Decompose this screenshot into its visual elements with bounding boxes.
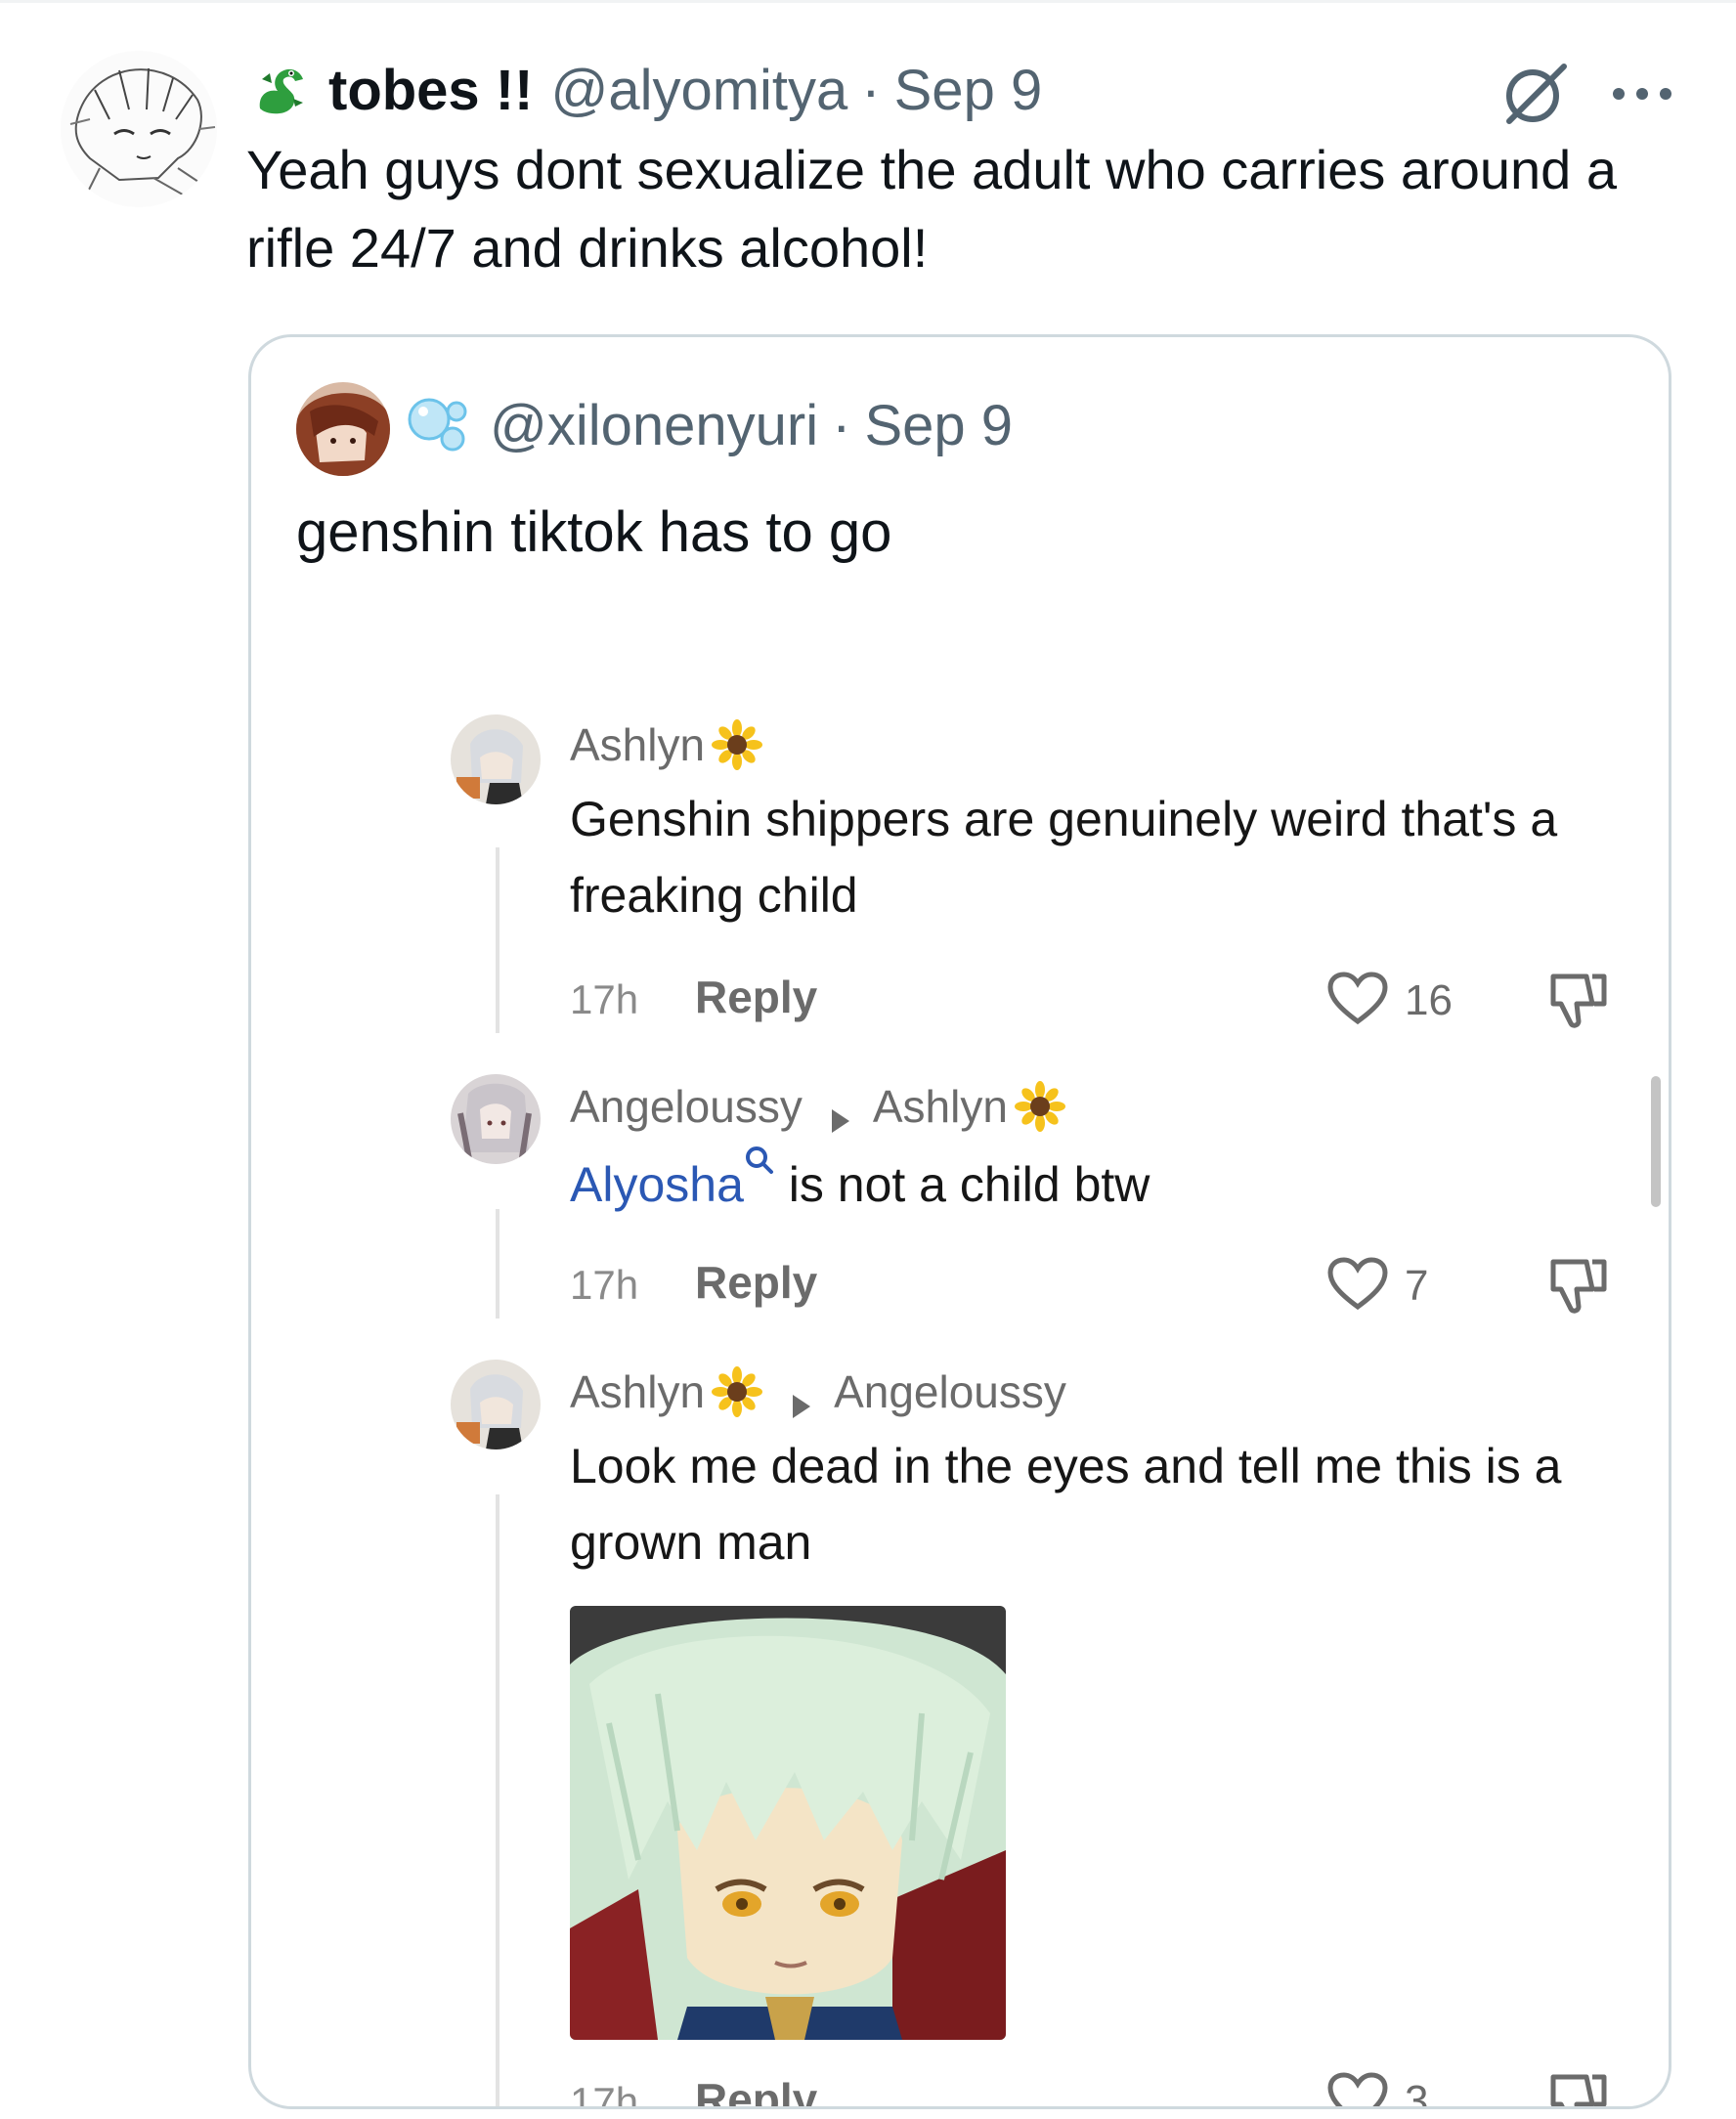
- scrollbar: [1651, 1076, 1661, 1207]
- like-count: 16: [1405, 976, 1453, 1024]
- tweet-text: Yeah guys dont sexualize the adult who c…: [246, 139, 1617, 279]
- tweet-avatar[interactable]: [61, 51, 217, 207]
- author-handle[interactable]: @alyomitya: [550, 58, 847, 123]
- heart-icon[interactable]: [1326, 971, 1389, 1027]
- thread-line: [496, 847, 499, 1033]
- comment-time: 17h: [570, 1262, 639, 1308]
- comment-avatar: [451, 714, 541, 804]
- mention-link[interactable]: Alyosha: [570, 1157, 744, 1212]
- comment-body: Alyosha is not a child btw: [570, 1145, 1626, 1223]
- comment-avatar: [451, 1360, 541, 1449]
- dragon-emoji-icon: [250, 60, 311, 120]
- reply-to-author[interactable]: Angeloussy: [834, 1365, 1066, 1418]
- comment-body: Genshin shippers are genuinely weird tha…: [570, 792, 1558, 923]
- heart-icon[interactable]: [1326, 2071, 1389, 2106]
- comment-author[interactable]: Angeloussy: [570, 1080, 803, 1133]
- like-count: 3: [1405, 2077, 1429, 2109]
- sunflower-emoji-icon: [711, 718, 763, 771]
- dislike-icon[interactable]: [1545, 2069, 1610, 2106]
- reply-to-author[interactable]: Ashlyn: [873, 1080, 1008, 1133]
- search-icon[interactable]: [744, 1145, 775, 1180]
- comment-author-row: Angeloussy Ashlyn: [570, 1074, 1066, 1139]
- more-icon[interactable]: [1603, 65, 1681, 123]
- tweet-date[interactable]: Sep 9: [894, 58, 1043, 123]
- separator-dot: ·: [861, 58, 881, 122]
- tweet-header: tobes !! @alyomitya · Sep 9: [250, 51, 1658, 129]
- quote-header: @xilonenyuri · Sep 9: [490, 384, 1013, 466]
- quote-tweet-card[interactable]: @xilonenyuri · Sep 9 genshin tiktok has …: [248, 334, 1671, 2109]
- like-count: 7: [1405, 1262, 1429, 1310]
- comment-author[interactable]: Ashlyn: [570, 718, 705, 771]
- sunflower-emoji-icon: [711, 1365, 763, 1418]
- top-divider: [0, 0, 1736, 3]
- quote-avatar[interactable]: [296, 382, 390, 476]
- quote-handle[interactable]: @xilonenyuri: [490, 393, 818, 458]
- reply-button[interactable]: Reply: [695, 971, 817, 1023]
- sunflower-emoji-icon: [1014, 1080, 1066, 1133]
- thread-line: [496, 1494, 499, 2106]
- display-name[interactable]: tobes !!: [328, 58, 533, 123]
- separator-dot: ·: [832, 393, 851, 457]
- comment-avatar: [451, 1074, 541, 1164]
- dislike-icon[interactable]: [1545, 1254, 1610, 1317]
- comment-author[interactable]: Ashlyn: [570, 1365, 705, 1418]
- bubbles-emoji-icon: [406, 392, 472, 454]
- reply-button[interactable]: Reply: [695, 2073, 817, 2106]
- comment-body: Look me dead in the eyes and tell me thi…: [570, 1439, 1562, 1570]
- comment-time: 17h: [570, 976, 639, 1022]
- quote-text: genshin tiktok has to go: [296, 500, 892, 564]
- comment-text: is not a child btw: [774, 1157, 1150, 1212]
- comment-author-row: Ashlyn: [570, 713, 763, 777]
- reply-arrow-icon: [830, 1093, 851, 1133]
- comment-time: 17h: [570, 2079, 639, 2109]
- quote-date[interactable]: Sep 9: [864, 393, 1013, 458]
- reply-button[interactable]: Reply: [695, 1256, 817, 1309]
- thread-line: [496, 1209, 499, 1319]
- comment-author-row: Ashlyn Angeloussy: [570, 1360, 1066, 1424]
- heart-icon[interactable]: [1326, 1256, 1389, 1313]
- comment-image[interactable]: [570, 1606, 1006, 2040]
- reply-arrow-icon: [791, 1378, 812, 1418]
- grok-icon[interactable]: [1499, 57, 1574, 131]
- dislike-icon[interactable]: [1545, 969, 1610, 1031]
